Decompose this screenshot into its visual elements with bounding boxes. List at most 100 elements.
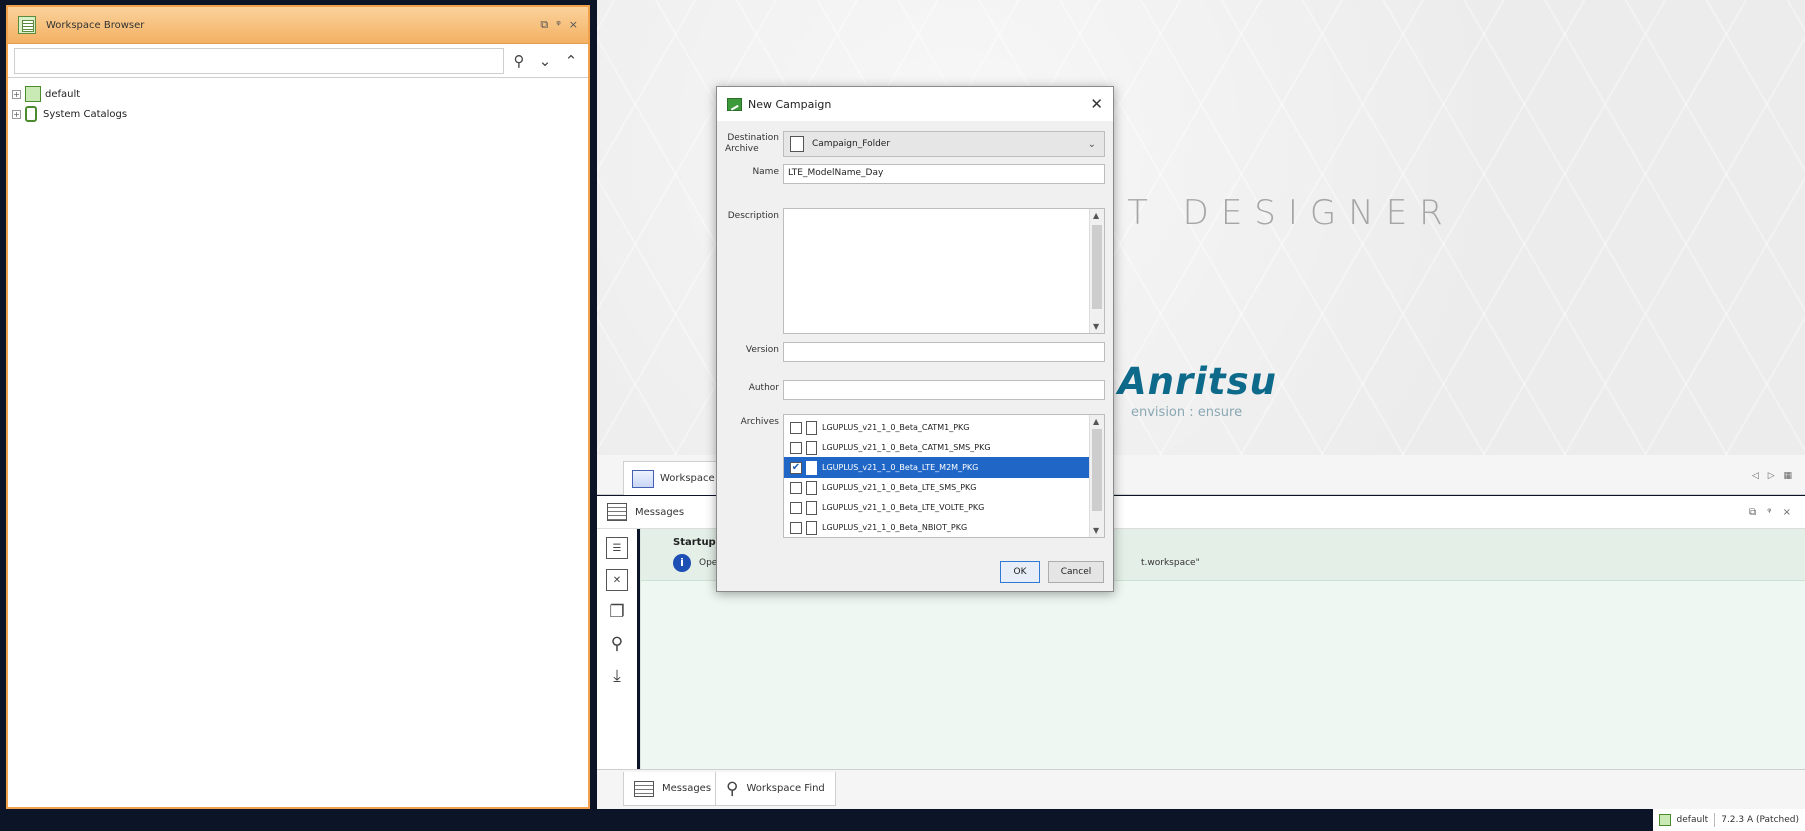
scroll-up-icon[interactable]: ▲ (1093, 211, 1099, 220)
destination-value: Campaign_Folder (812, 139, 891, 149)
scroll-thumb[interactable] (1092, 429, 1102, 511)
messages-title: Messages (635, 506, 685, 518)
workspace-browser-panel: Workspace Browser ⧉ ᵠ × ⚲ ⌄ ⌃ + default … (6, 5, 590, 809)
messages-icon (634, 780, 654, 797)
archive-item[interactable]: LGUPLUS_v21_1_0_Beta_CATM1_SMS_PKG (784, 437, 1090, 458)
tab-workspace-find[interactable]: ⚲ Workspace Find (715, 772, 836, 806)
status-workspace: default (1676, 815, 1709, 825)
package-icon (806, 460, 817, 475)
folder-icon (790, 136, 804, 152)
expand-icon[interactable]: + (12, 89, 21, 99)
catalog-icon (25, 106, 37, 122)
scroll-down-icon[interactable]: ▼ (1093, 322, 1099, 331)
search-icon: ⚲ (726, 778, 739, 799)
status-bar: default 7.2.3 A (Patched) (0, 809, 1805, 831)
version-field[interactable] (783, 342, 1105, 362)
startup-message-tail: t.workspace" (1141, 558, 1200, 568)
destination-archive-select[interactable]: Campaign_Folder ⌄ (783, 131, 1105, 157)
package-icon (806, 440, 817, 455)
brand-tagline: envision : ensure (1131, 405, 1243, 420)
archive-item[interactable]: LGUPLUS_v21_1_0_Beta_NBIOT_PKG (784, 517, 1090, 538)
workspace-diagram-icon (632, 469, 654, 488)
copy-icon[interactable]: ❐ (606, 601, 628, 623)
package-icon (806, 480, 817, 495)
description-label: Description (727, 211, 779, 221)
close-icon[interactable]: × (569, 18, 578, 32)
divider (1714, 813, 1716, 827)
archive-label: LGUPLUS_v21_1_0_Beta_LTE_VOLTE_PKG (822, 503, 985, 512)
workspace-browser-icon (18, 16, 36, 34)
search-icon[interactable]: ⚲ (606, 633, 628, 655)
info-icon: i (673, 554, 691, 572)
archive-item[interactable]: LGUPLUS_v21_1_0_Beta_CATM1_PKG (784, 417, 1090, 438)
chevron-up-icon[interactable]: ⌃ (560, 49, 582, 73)
tab-strip-controls[interactable]: ◁ ▷ ▦ (1752, 471, 1795, 481)
scrollbar[interactable]: ▲ ▼ (1089, 415, 1104, 537)
package-icon (806, 500, 817, 515)
archive-checkbox[interactable] (790, 441, 802, 454)
workspace-search-input[interactable] (14, 47, 504, 74)
destination-label-line1: Destination (727, 133, 779, 143)
chevron-down-icon: ⌄ (1087, 138, 1096, 150)
status-right: default 7.2.3 A (Patched) (1652, 809, 1805, 831)
archive-checkbox[interactable] (790, 501, 802, 514)
panel-controls: ⧉ ᵠ × (540, 18, 578, 32)
brand-logo-text: Anritsu (1118, 360, 1277, 403)
expand-icon[interactable]: + (12, 109, 21, 119)
ok-button[interactable]: OK (1000, 561, 1040, 583)
clear-messages-icon[interactable]: ✕ (606, 569, 628, 591)
restore-icon[interactable]: ⧉ (540, 18, 548, 32)
package-icon (806, 520, 817, 535)
new-campaign-dialog: New Campaign ✕ Destination Archive Campa… (716, 86, 1114, 592)
tab-messages[interactable]: Messages (623, 772, 723, 806)
name-field[interactable]: LTE_ModelName_Day (783, 164, 1105, 184)
destination-label-line2: Archive (725, 144, 759, 154)
tab-label: Messages (662, 783, 712, 794)
tab-label: Workspace Find (746, 783, 825, 794)
tree-item-default[interactable]: + default (12, 84, 584, 104)
scrollbar[interactable]: ▲ ▼ (1089, 209, 1104, 333)
scroll-thumb[interactable] (1092, 225, 1102, 309)
workspace-icon (25, 86, 41, 102)
author-field[interactable] (783, 380, 1105, 400)
dialog-titlebar: New Campaign ✕ (717, 87, 1113, 121)
chevron-down-icon[interactable]: ⌄ (534, 49, 556, 73)
archive-checkbox[interactable] (790, 481, 802, 494)
tree-item-system-catalogs[interactable]: + System Catalogs (12, 104, 584, 124)
message-list-icon[interactable]: ☰ (606, 537, 628, 559)
workspace-search-bar: ⚲ ⌄ ⌃ (8, 44, 588, 78)
archive-checkbox[interactable] (790, 421, 802, 434)
campaign-icon (727, 97, 742, 111)
archive-item[interactable]: LGUPLUS_v21_1_0_Beta_LTE_VOLTE_PKG (784, 497, 1090, 518)
close-icon[interactable]: ✕ (1090, 95, 1103, 113)
tree-item-label: System Catalogs (43, 108, 128, 120)
dialog-title: New Campaign (748, 97, 832, 111)
bottom-tab-strip: Messages ⚲ Workspace Find (597, 769, 1805, 809)
archive-label: LGUPLUS_v21_1_0_Beta_LTE_SMS_PKG (822, 483, 977, 492)
archive-checkbox[interactable] (790, 521, 802, 534)
scroll-down-icon[interactable]: ▼ (1093, 526, 1099, 535)
archive-label: LGUPLUS_v21_1_0_Beta_CATM1_PKG (822, 423, 970, 432)
search-icon[interactable]: ⚲ (508, 49, 530, 73)
archive-checkbox-checked[interactable]: ✔ (790, 461, 802, 474)
archive-label: LGUPLUS_v21_1_0_Beta_CATM1_SMS_PKG (822, 443, 991, 452)
scroll-up-icon[interactable]: ▲ (1093, 417, 1099, 426)
cancel-button[interactable]: Cancel (1048, 561, 1104, 583)
archive-label: LGUPLUS_v21_1_0_Beta_LTE_M2M_PKG (822, 463, 979, 472)
workspace-browser-titlebar: Workspace Browser ⧉ ᵠ × (8, 7, 588, 44)
destination-label: Destination Archive (721, 133, 779, 155)
archive-item[interactable]: LGUPLUS_v21_1_0_Beta_LTE_SMS_PKG (784, 477, 1090, 498)
archives-label: Archives (740, 417, 779, 427)
pin-icon[interactable]: ᵠ (556, 18, 561, 32)
startup-message-text: Ope (699, 558, 718, 568)
archive-item-selected[interactable]: ✔ LGUPLUS_v21_1_0_Beta_LTE_M2M_PKG (784, 457, 1090, 478)
workspace-icon (1658, 814, 1671, 826)
status-version: 7.2.3 A (Patched) (1721, 815, 1799, 825)
workspace-tree: + default + System Catalogs (8, 78, 588, 130)
export-icon[interactable]: ⤓ (606, 665, 628, 687)
workspace-browser-title: Workspace Browser (46, 19, 145, 31)
description-field[interactable]: ▲ ▼ (783, 208, 1105, 334)
archive-label: LGUPLUS_v21_1_0_Beta_NBIOT_PKG (822, 523, 968, 532)
messages-panel-controls[interactable]: ⧉ ᵠ × (1749, 507, 1795, 518)
app-root: Workspace Browser ⧉ ᵠ × ⚲ ⌄ ⌃ + default … (0, 0, 1805, 831)
